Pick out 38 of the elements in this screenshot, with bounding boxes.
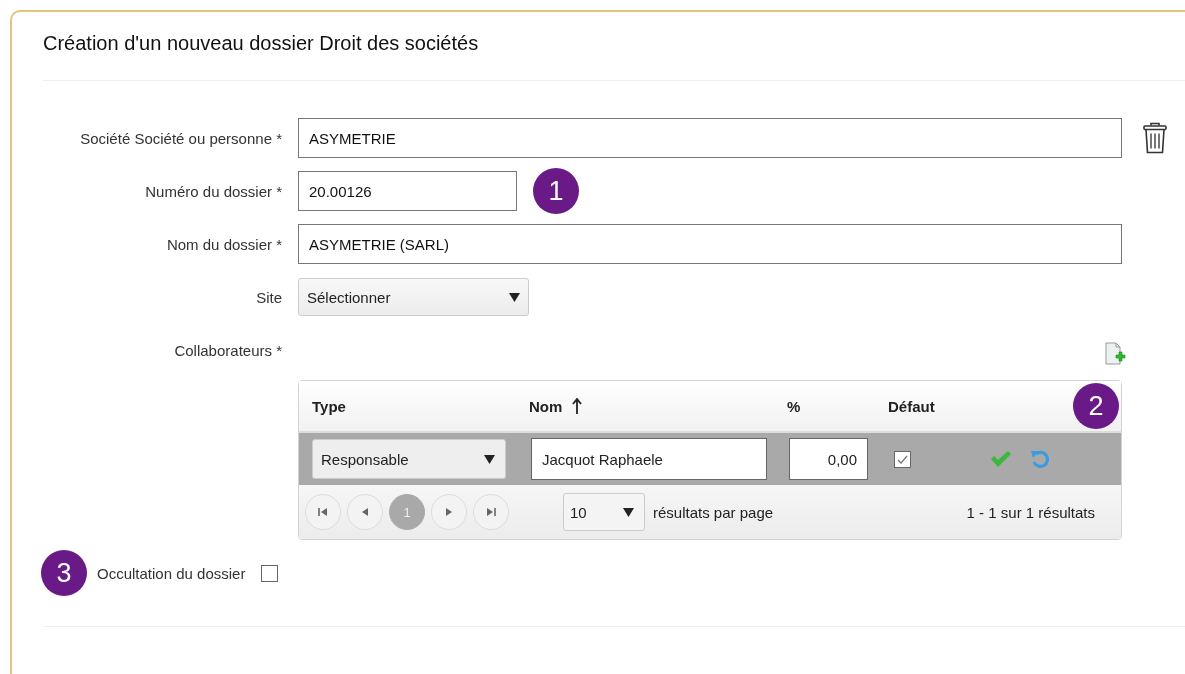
checkbox[interactable] <box>894 450 911 468</box>
field-label: Collaborateurs * <box>173 342 282 361</box>
input-field[interactable]: Jacquot Raphaele <box>531 438 767 480</box>
column-header[interactable]: % <box>787 397 801 415</box>
field-label: Société Société ou personne * <box>79 129 282 147</box>
field-label: Numéro du dossier * <box>144 182 282 200</box>
page-size-select[interactable]: 10 <box>563 493 645 531</box>
field-label: Nom du dossier * <box>165 235 282 253</box>
last-page-icon <box>486 507 496 517</box>
first-page-icon <box>318 507 328 517</box>
callout-badge: 3 <box>41 550 87 596</box>
input-field[interactable]: 20.00126 <box>298 171 517 211</box>
column-header[interactable]: Défaut <box>888 397 935 415</box>
trash-icon[interactable] <box>1142 121 1168 155</box>
input-field[interactable]: ASYMETRIE <box>298 118 1122 158</box>
first-page-button[interactable] <box>305 494 341 530</box>
caret-icon <box>509 292 520 302</box>
sort-arrow-icon <box>572 398 583 414</box>
column-header[interactable]: Nom <box>529 397 583 415</box>
caret-icon <box>484 454 495 464</box>
callout-badge: 1 <box>533 168 579 214</box>
results-summary: 1 - 1 sur 1 résultats <box>966 503 1095 521</box>
input-field[interactable]: ASYMETRIE (SARL) <box>298 224 1122 264</box>
page-size-label: résultats par page <box>653 503 774 521</box>
checkmark-icon[interactable] <box>990 450 1012 468</box>
caret-icon <box>623 507 634 517</box>
form-title: Création d'un nouveau dossier Droit des sociétés <box>43 32 480 56</box>
field-label: Site <box>255 288 282 306</box>
field-label: Occultation du dossier <box>97 564 246 582</box>
checkbox[interactable] <box>261 564 279 582</box>
column-header[interactable]: Type <box>312 397 346 415</box>
select-dropdown[interactable]: Responsable <box>312 439 506 479</box>
add-document-icon[interactable] <box>1104 342 1126 366</box>
last-page-button[interactable] <box>473 494 509 530</box>
next-page-icon <box>444 507 454 517</box>
previous-page-icon <box>360 507 370 517</box>
select-dropdown[interactable]: Sélectionner <box>298 278 529 316</box>
input-field[interactable]: 0,00 <box>789 438 868 480</box>
